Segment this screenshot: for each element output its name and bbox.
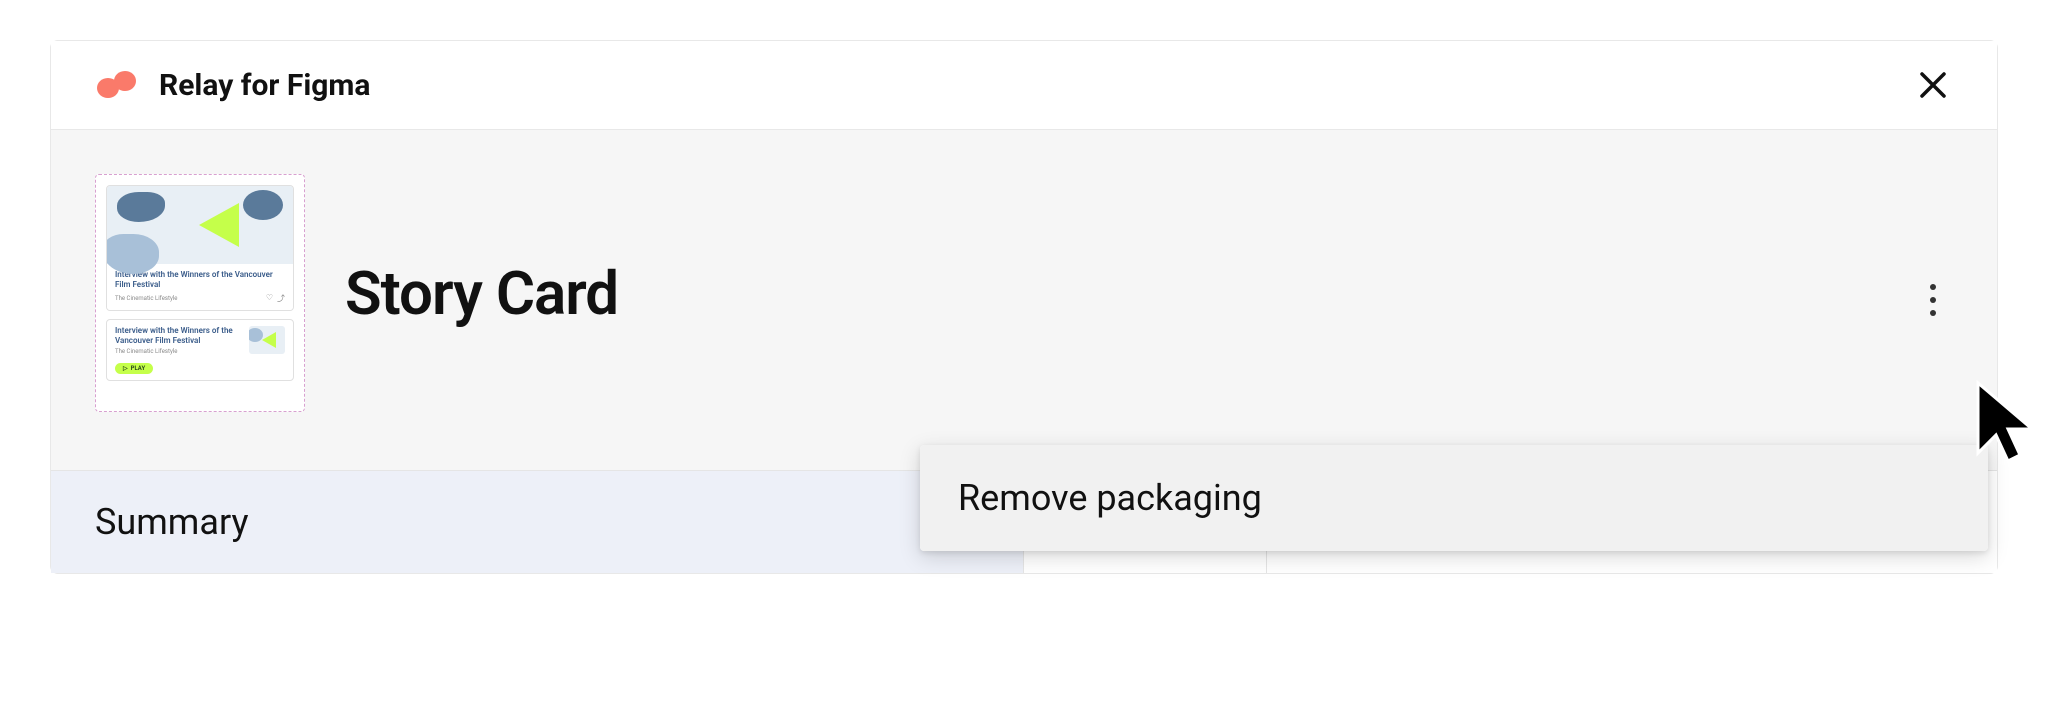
thumbnail-small-subtitle: The Cinematic Lifestyle [115,348,241,355]
thumbnail-card-subtitle: The Cinematic Lifestyle ♡ ⤴ [115,293,285,304]
menu-item-remove-packaging[interactable]: Remove packaging [920,445,1988,551]
component-title: Story Card [345,258,618,329]
thumbnail-small-image [249,326,285,354]
thumbnail-small-title: Interview with the Winners of the Vancou… [115,326,241,347]
play-triangle-small-icon [262,332,276,348]
context-menu: Remove packaging [920,445,1988,551]
play-badge: ▷ PLAY [115,363,153,374]
thumbnail-card-image [107,186,293,264]
panel-header: Relay for Figma [51,41,1997,130]
thumbnail-small-text: Interview with the Winners of the Vancou… [115,326,241,374]
thumbnail-card-large: Interview with the Winners of the Vancou… [106,185,294,311]
component-thumbnail: Interview with the Winners of the Vancou… [95,174,305,412]
close-icon [1918,70,1948,100]
panel-title: Relay for Figma [159,68,370,103]
thumbnail-action-icons: ♡ ⤴ [266,293,285,304]
more-options-button[interactable] [1913,280,1953,320]
thumbnail-card-small: Interview with the Winners of the Vancou… [106,319,294,381]
share-icon: ⤴ [277,293,285,304]
play-triangle-icon [199,203,239,247]
component-header-area: Interview with the Winners of the Vancou… [51,130,1997,471]
relay-logo-icon [95,70,139,100]
tab-summary[interactable]: Summary [51,471,1024,573]
header-left: Relay for Figma [95,68,370,103]
close-button[interactable] [1913,65,1953,105]
more-vertical-icon [1930,284,1936,316]
heart-icon: ♡ [266,293,273,304]
